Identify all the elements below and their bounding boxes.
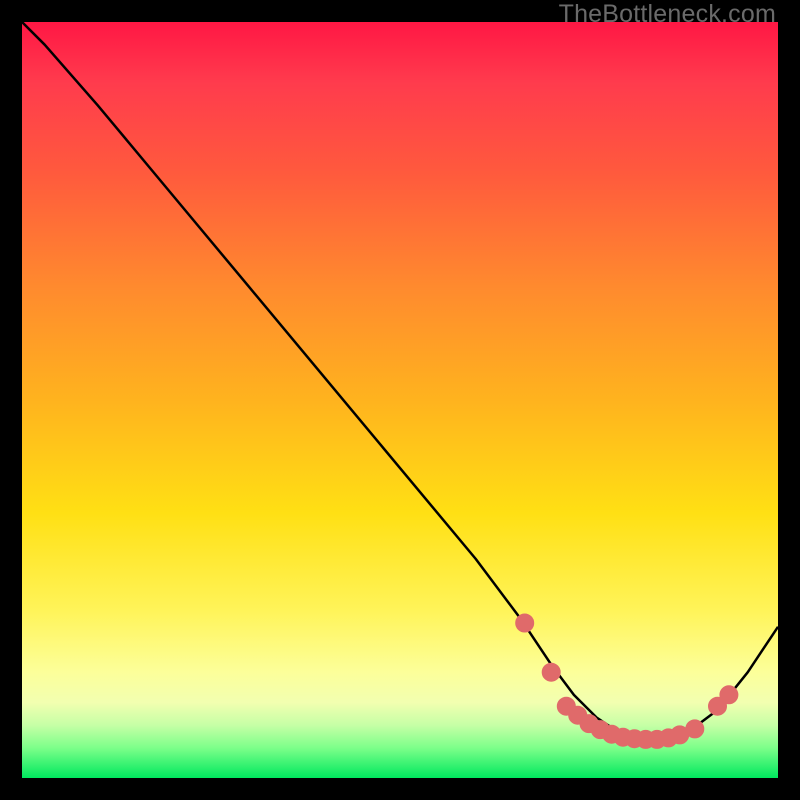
plot-area — [22, 22, 778, 778]
curve-layer — [22, 22, 778, 778]
curve-markers — [520, 618, 734, 744]
watermark-text: TheBottleneck.com — [559, 0, 776, 29]
chart-frame: TheBottleneck.com — [0, 0, 800, 800]
bottleneck-curve — [22, 22, 778, 740]
